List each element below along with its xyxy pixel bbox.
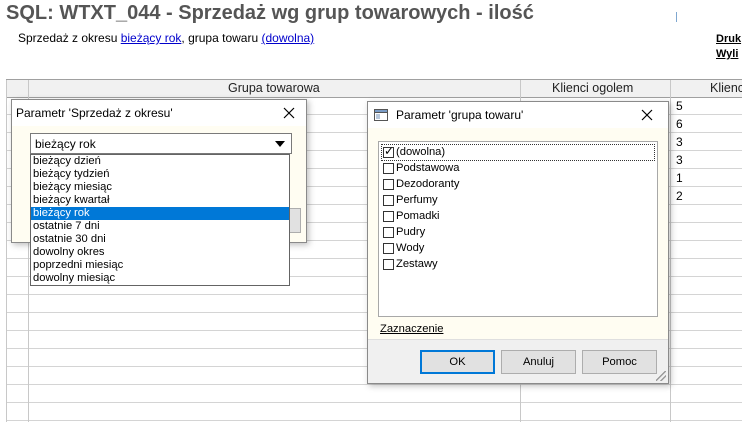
- table-cell-value: 2: [676, 189, 683, 203]
- print-link[interactable]: Druk: [716, 33, 741, 45]
- checklist-item-label: Pudry: [396, 226, 426, 238]
- column-divider: [670, 80, 671, 422]
- ok-button[interactable]: OK: [420, 350, 495, 374]
- checklist-item-label: Podstawowa: [396, 162, 460, 174]
- checklist-item[interactable]: Dezodoranty: [382, 177, 654, 192]
- dialog-title-bar[interactable]: Parametr 'Sprzedaż z okresu': [12, 100, 306, 126]
- table-cell-value: 1: [676, 171, 683, 185]
- checklist-item-label: Zestawy: [396, 258, 438, 270]
- resize-grip[interactable]: [656, 371, 666, 381]
- close-icon[interactable]: [638, 106, 656, 124]
- checklist-item-label: (dowolna): [396, 146, 446, 158]
- checklist-item-label: Wody: [396, 242, 425, 254]
- column-divider: [6, 80, 7, 422]
- period-options-list[interactable]: bieżący dzień bieżący tydzień bieżący mi…: [30, 154, 290, 286]
- period-option-selected[interactable]: bieżący rok: [31, 207, 289, 220]
- checklist-item[interactable]: Perfumy: [382, 193, 654, 208]
- dialog-title: Parametr 'Sprzedaż z okresu': [16, 106, 173, 120]
- group-parameter-link[interactable]: (dowolna): [261, 31, 314, 45]
- table-cell-value: 5: [676, 99, 683, 113]
- checkbox[interactable]: [383, 179, 394, 190]
- chevron-down-icon: [275, 141, 285, 147]
- period-select[interactable]: bieżący rok: [30, 133, 292, 154]
- checklist-item[interactable]: Podstawowa: [382, 161, 654, 176]
- dialog-title: Parametr 'grupa towaru': [396, 108, 524, 122]
- report-subtitle: Sprzedaż z okresu bieżący rok, grupa tow…: [18, 31, 314, 45]
- divider: [676, 12, 677, 22]
- checklist-item-label: Perfumy: [396, 194, 438, 206]
- checklist-item[interactable]: ✓ (dowolna): [381, 144, 655, 161]
- checkbox[interactable]: [383, 243, 394, 254]
- period-option[interactable]: bieżący tydzień: [31, 168, 289, 181]
- help-button[interactable]: Pomoc: [582, 350, 657, 374]
- table-cell-value: 3: [676, 135, 683, 149]
- checkbox[interactable]: [383, 211, 394, 222]
- period-option[interactable]: bieżący miesiąc: [31, 181, 289, 194]
- checkbox[interactable]: ✓: [383, 144, 395, 158]
- period-option[interactable]: dowolny miesiąc: [31, 272, 289, 285]
- period-parameter-link[interactable]: bieżący rok: [121, 31, 182, 45]
- dialog-title-bar[interactable]: Parametr 'grupa towaru': [368, 102, 668, 128]
- window-icon: [374, 109, 388, 121]
- period-option[interactable]: dowolny okres: [31, 246, 289, 259]
- period-option[interactable]: poprzedni miesiąc: [31, 259, 289, 272]
- column-header-group: Grupa towarowa: [228, 81, 320, 95]
- checklist-item[interactable]: Pudry: [382, 225, 654, 240]
- checkmark-icon: ✓: [384, 144, 395, 158]
- subtitle-prefix: Sprzedaż z okresu: [18, 31, 121, 45]
- report-title: SQL: WTXT_044 - Sprzedaż wg grup towarow…: [6, 2, 534, 24]
- period-option[interactable]: bieżący dzień: [31, 155, 289, 168]
- group-parameter-dialog: Parametr 'grupa towaru' ✓ (dowolna) Pods…: [367, 101, 669, 384]
- checklist-item[interactable]: Wody: [382, 241, 654, 256]
- checkbox[interactable]: [383, 163, 394, 174]
- checklist-item[interactable]: Zestawy: [382, 257, 654, 272]
- period-option[interactable]: bieżący kwartał: [31, 194, 289, 207]
- period-select-value: bieżący rok: [35, 137, 96, 151]
- checklist-item-label: Pomadki: [396, 210, 440, 222]
- checklist-item-label: Dezodoranty: [396, 178, 460, 190]
- column-header-clients-total: Klienci ogolem: [552, 81, 634, 95]
- selection-link[interactable]: Zaznaczenie: [380, 323, 443, 335]
- group-checklist: ✓ (dowolna) Podstawowa Dezodoranty Perfu…: [378, 141, 658, 317]
- cancel-button[interactable]: Anuluj: [501, 350, 576, 374]
- period-option[interactable]: ostatnie 30 dni: [31, 233, 289, 246]
- export-link[interactable]: Wyli: [716, 48, 738, 60]
- checklist-item[interactable]: Pomadki: [382, 209, 654, 224]
- checkbox[interactable]: [383, 227, 394, 238]
- dialog-button-bar: OK Anuluj Pomoc: [368, 339, 668, 383]
- checkbox[interactable]: [383, 195, 394, 206]
- period-option[interactable]: ostatnie 7 dni: [31, 220, 289, 233]
- column-header-clients: Klienc: [710, 81, 742, 95]
- table-cell-value: 6: [676, 117, 683, 131]
- subtitle-middle: , grupa towaru: [181, 31, 262, 45]
- table-header: Grupa towarowa Klienci ogolem Klienc: [6, 80, 742, 98]
- checkbox[interactable]: [383, 259, 394, 270]
- table-cell-value: 3: [676, 153, 683, 167]
- close-icon[interactable]: [280, 104, 298, 122]
